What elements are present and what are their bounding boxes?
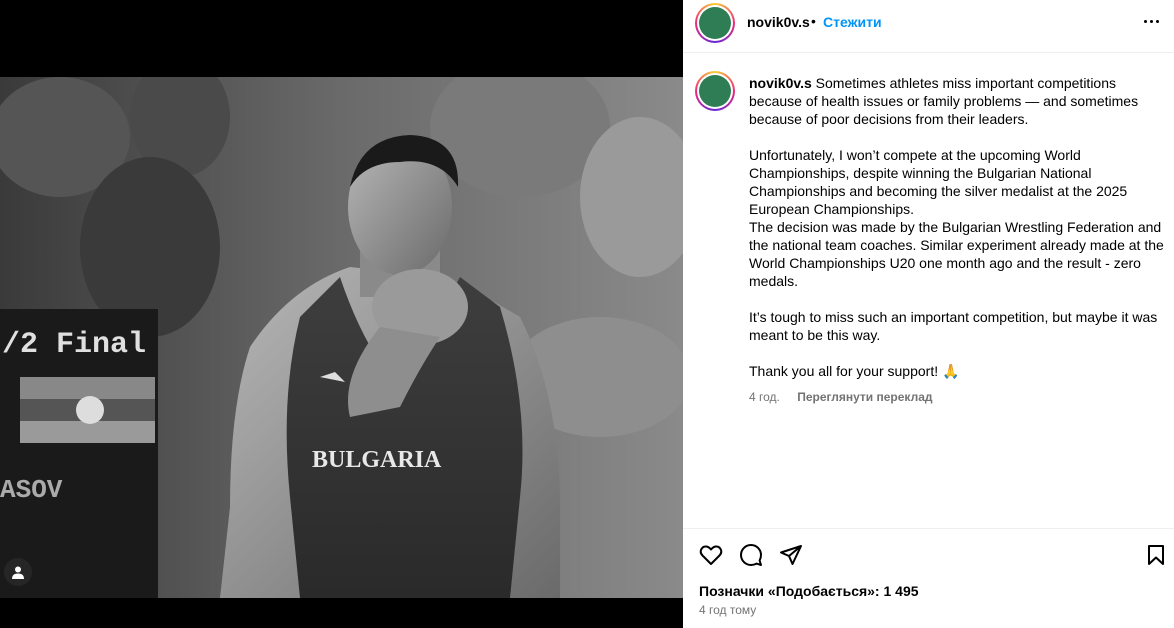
see-translation-button[interactable]: Переглянути переклад	[797, 390, 932, 404]
caption-meta: 4 год. Переглянути переклад	[749, 390, 933, 404]
likes-count[interactable]: Позначки «Подобається»: 1 495	[699, 583, 919, 599]
header-separator: •	[811, 13, 816, 29]
caption-avatar[interactable]	[695, 71, 735, 111]
header-username[interactable]: novik0v.s	[747, 14, 810, 30]
heart-icon[interactable]	[699, 543, 723, 567]
post-side-panel: novik0v.s • Стежити novik0v.s Sometimes …	[683, 0, 1174, 628]
more-options-button[interactable]	[1144, 20, 1159, 23]
more-icon	[1144, 20, 1147, 23]
follow-button[interactable]: Стежити	[823, 14, 882, 30]
singlet-text: BULGARIA	[312, 447, 442, 473]
caption-age[interactable]: 4 год.	[749, 390, 780, 404]
post-modal: /2 Final ASOV BULGARIA novik0v.s • Стежи…	[0, 0, 1174, 628]
post-header: novik0v.s • Стежити	[683, 0, 1174, 53]
caption-username[interactable]: novik0v.s	[749, 75, 812, 91]
scoreboard-name-text: ASOV	[0, 475, 63, 505]
share-icon[interactable]	[779, 543, 803, 567]
user-tag-button[interactable]	[4, 558, 32, 586]
post-media: /2 Final ASOV BULGARIA	[0, 0, 683, 628]
caption-paragraph: novik0v.s Sometimes athletes miss import…	[749, 74, 1169, 128]
bookmark-icon[interactable]	[1144, 543, 1168, 567]
caption-paragraph: Unfortunately, I won’t compete at the up…	[749, 147, 1164, 289]
action-bar	[683, 528, 1174, 579]
avatar[interactable]	[695, 3, 735, 43]
caption-paragraph: It’s tough to miss such an important com…	[749, 309, 1158, 343]
caption-paragraph: Thank you all for your support! 🙏	[749, 363, 960, 379]
post-caption: novik0v.s Sometimes athletes miss import…	[749, 74, 1169, 398]
scoreboard-banner-text: /2 Final	[2, 328, 146, 362]
comment-icon[interactable]	[739, 543, 763, 567]
post-date[interactable]: 4 год тому	[699, 603, 756, 617]
post-photo[interactable]: /2 Final ASOV BULGARIA	[0, 77, 683, 598]
user-tag-icon	[12, 566, 24, 579]
